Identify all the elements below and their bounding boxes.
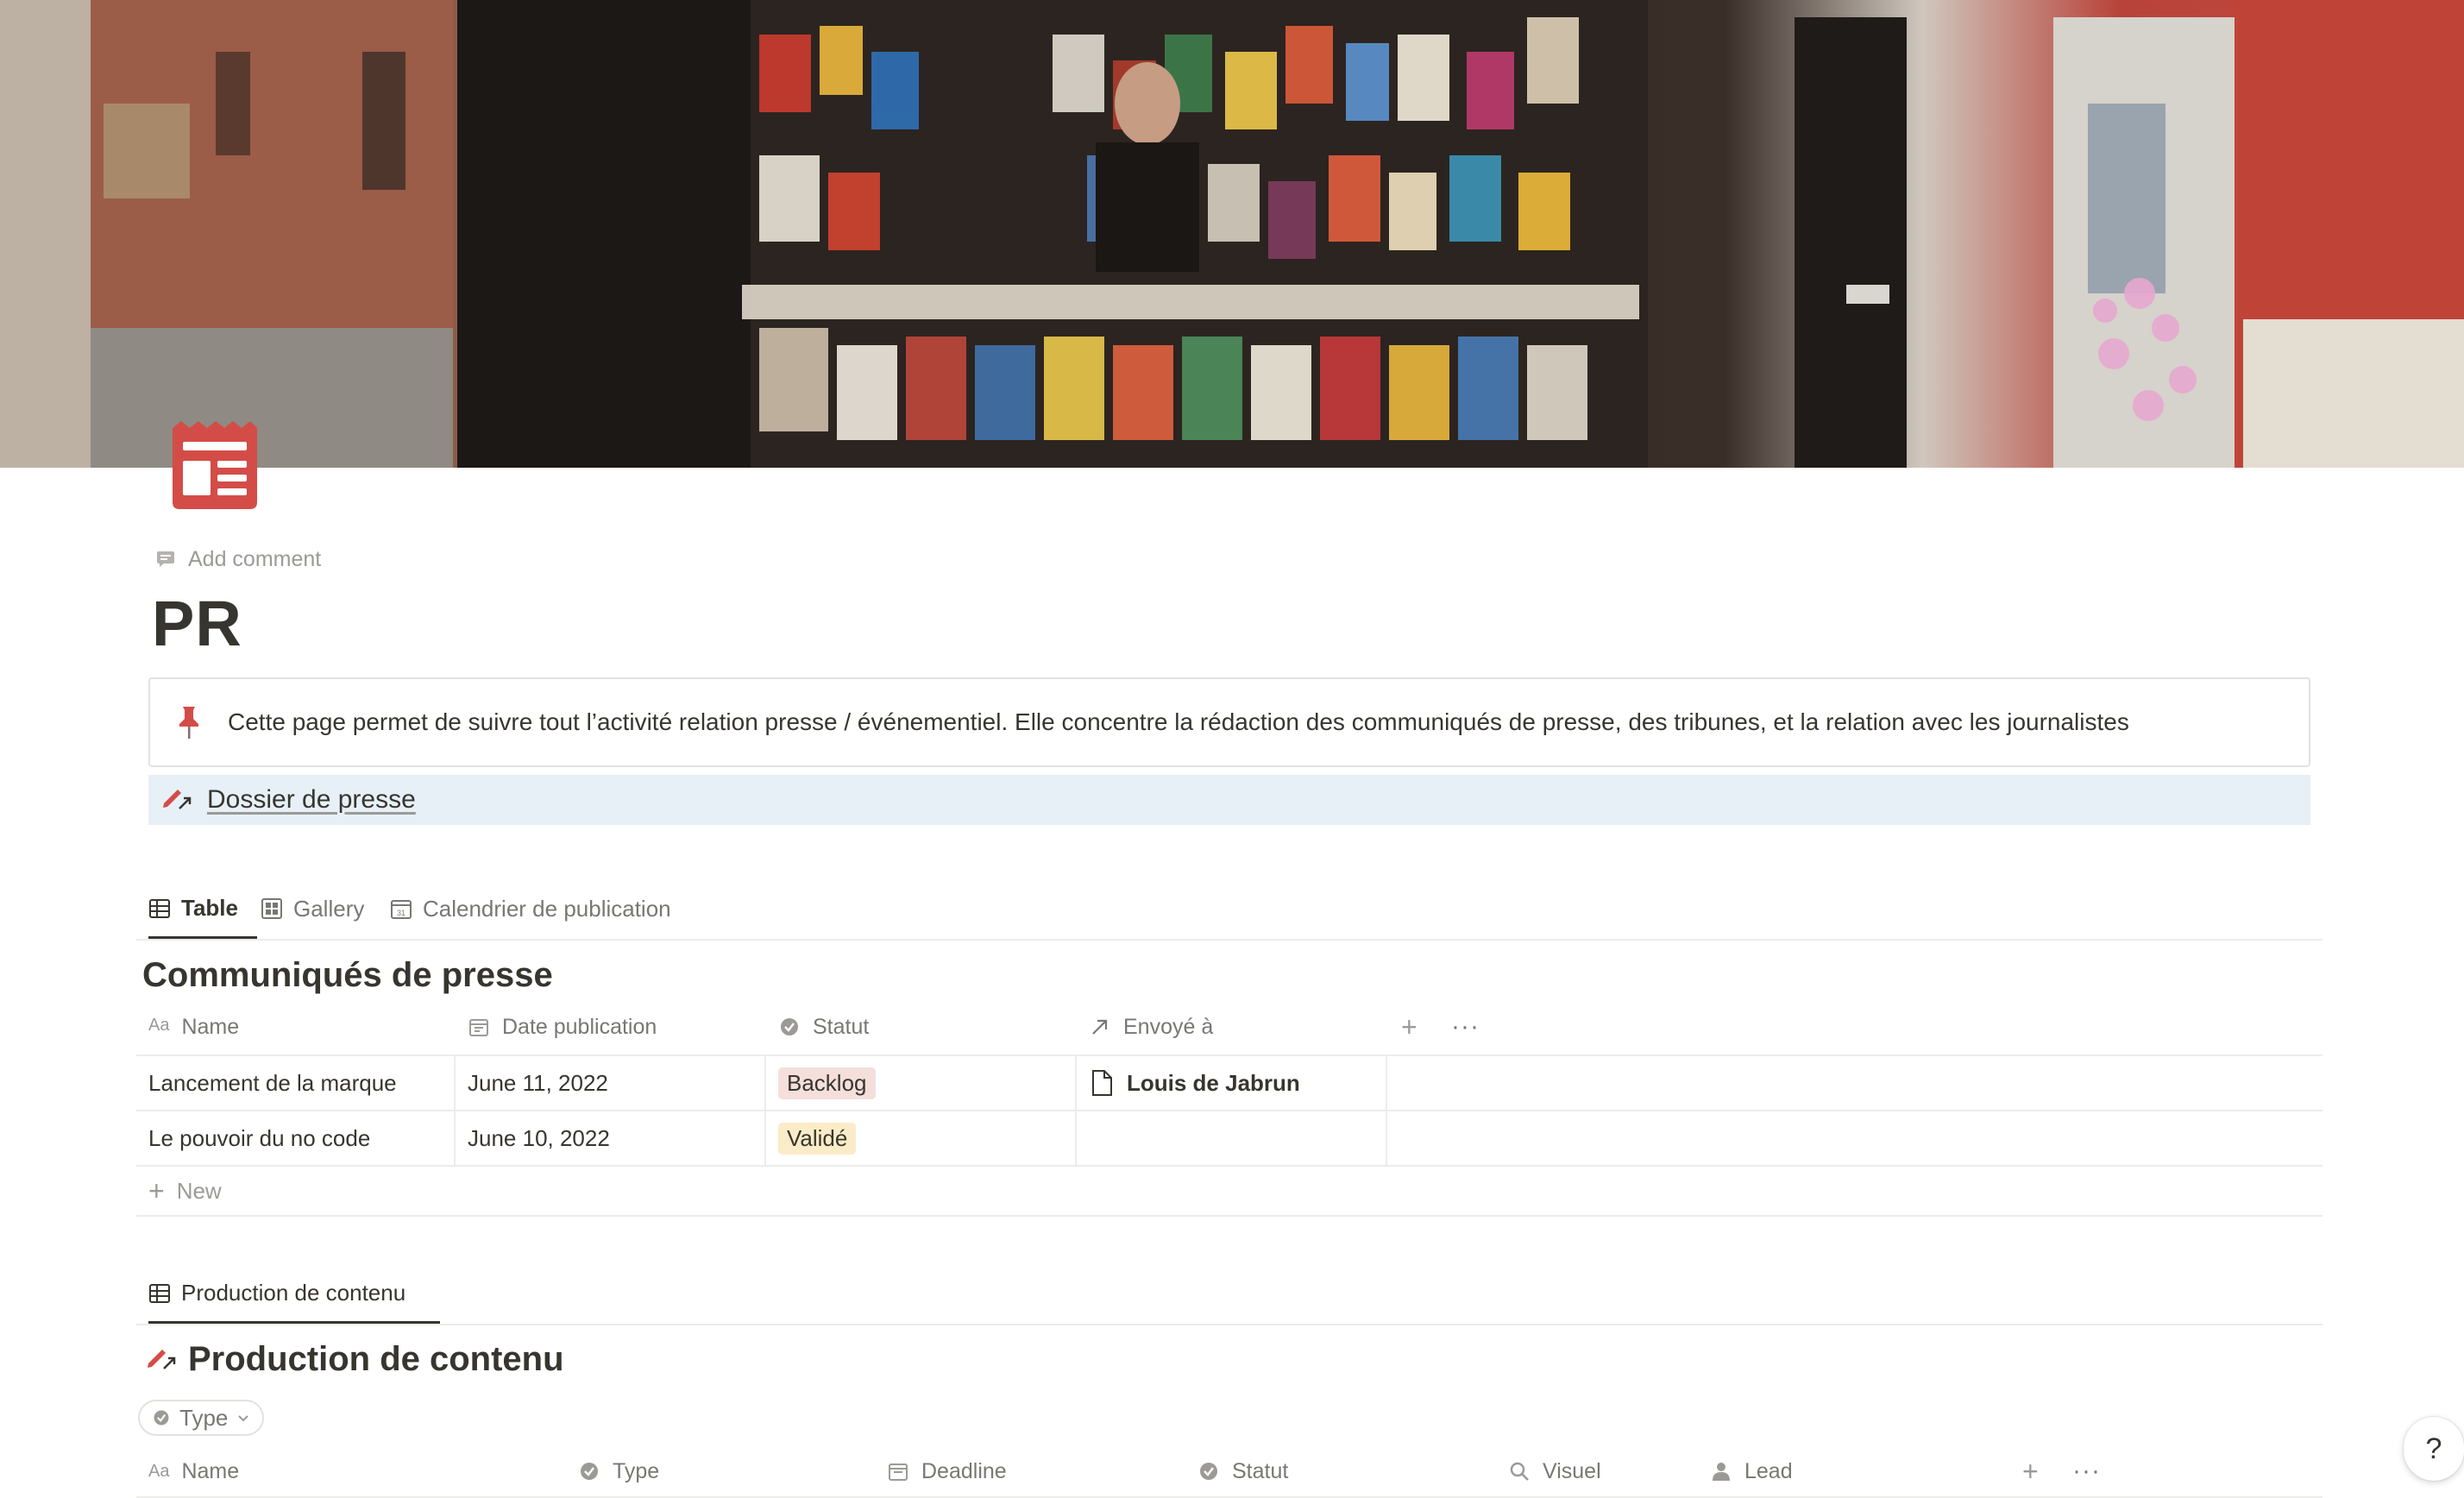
column-type[interactable]: Type <box>578 1446 659 1496</box>
database-title: Production de contenu <box>188 1340 564 1378</box>
database-title-row[interactable]: Production de contenu <box>145 1340 564 1379</box>
column-label: Statut <box>813 1014 870 1039</box>
plus-icon: + <box>2022 1456 2039 1487</box>
calendar-icon: 31 <box>391 900 412 919</box>
column-label: Type <box>613 1458 660 1483</box>
status-icon <box>154 1410 169 1426</box>
database-title[interactable]: Communiqués de presse <box>142 956 553 995</box>
calendar-icon <box>889 1463 908 1481</box>
cell-envoye[interactable] <box>1077 1111 1387 1165</box>
cell-statut[interactable]: Backlog <box>766 1056 1077 1110</box>
column-label: Lead <box>1744 1458 1793 1483</box>
add-comment-label: Add comment <box>188 546 322 571</box>
type-filter-button[interactable]: Type <box>138 1400 265 1436</box>
column-statut[interactable]: Statut <box>1197 1446 1288 1496</box>
column-label: Statut <box>1232 1458 1289 1483</box>
status-icon <box>1200 1463 1217 1480</box>
table-row[interactable]: Le pouvoir du no code June 10, 2022 Vali… <box>136 1111 2323 1167</box>
table-icon <box>149 1283 170 1303</box>
text-type-icon: Aa <box>148 1461 170 1481</box>
text-type-icon: Aa <box>148 1016 170 1035</box>
add-column-button[interactable]: + <box>2022 1446 2039 1496</box>
add-column-button[interactable]: + <box>1401 999 1417 1054</box>
relation-arrow-icon <box>1092 1019 1108 1035</box>
page-title[interactable]: PR <box>152 587 242 660</box>
gallery-icon <box>261 898 282 919</box>
column-lead[interactable]: Lead <box>1710 1446 1793 1496</box>
filter-label: Type <box>179 1404 229 1431</box>
tab-production-de-contenu[interactable]: Production de contenu <box>148 1265 440 1324</box>
svg-text:31: 31 <box>397 909 405 917</box>
column-envoye[interactable]: Envoyé à <box>1089 999 1213 1054</box>
table-icon <box>149 898 170 918</box>
status-icon <box>581 1463 598 1480</box>
search-icon <box>1510 1462 1529 1481</box>
table-header: Aa Name Type Deadline Statut Visuel Lead… <box>136 1446 2323 1498</box>
add-comment-button[interactable]: Add comment <box>155 544 321 575</box>
column-label: Name <box>181 1014 240 1039</box>
page-icon <box>1092 1070 1112 1096</box>
pencil-link-icon <box>148 1349 176 1369</box>
status-icon <box>781 1018 798 1035</box>
tab-label: Table <box>181 895 238 921</box>
more-options-button[interactable]: ··· <box>2072 1446 2101 1496</box>
tab-calendrier[interactable]: 31 Calendrier de publication <box>390 880 671 937</box>
calendar-icon <box>469 1019 488 1036</box>
new-label: New <box>176 1177 222 1204</box>
tab-table[interactable]: Table <box>148 880 257 939</box>
column-label: Name <box>181 1458 240 1483</box>
column-name[interactable]: Aa Name <box>148 1446 239 1496</box>
more-icon: ··· <box>2072 1457 2101 1485</box>
cover-image <box>0 0 2464 468</box>
table-row[interactable]: Lancement de la marque June 11, 2022 Bac… <box>136 1056 2323 1111</box>
cell-date[interactable]: June 11, 2022 <box>456 1056 766 1110</box>
view-tabs: Table Gallery 31 Calendrier de publicati… <box>136 880 2323 941</box>
tab-label: Production de contenu <box>181 1280 406 1306</box>
view-tabs: Production de contenu <box>136 1265 2323 1325</box>
column-label: Date publication <box>502 1014 657 1039</box>
dossier-de-presse-link[interactable]: Dossier de presse <box>148 775 2310 825</box>
column-label: Envoyé à <box>1123 1014 1214 1039</box>
plus-icon: + <box>1401 1011 1417 1042</box>
person-icon <box>1713 1463 1730 1481</box>
tab-label: Gallery <box>293 895 365 922</box>
more-options-button[interactable]: ··· <box>1451 999 1480 1054</box>
column-date[interactable]: Date publication <box>468 999 657 1054</box>
plus-icon: + <box>148 1175 165 1206</box>
cell-name[interactable]: Le pouvoir du no code <box>136 1111 456 1165</box>
column-statut[interactable]: Statut <box>778 999 869 1054</box>
status-badge: Backlog <box>778 1067 876 1099</box>
help-button[interactable]: ? <box>2404 1417 2464 1481</box>
more-icon: ··· <box>1451 1012 1480 1041</box>
callout-block[interactable]: Cette page permet de suivre tout l’activ… <box>148 677 2310 767</box>
tab-gallery[interactable]: Gallery <box>261 880 364 937</box>
column-deadline[interactable]: Deadline <box>887 1446 1007 1496</box>
pencil-link-icon <box>163 790 192 809</box>
status-badge: Validé <box>778 1122 857 1155</box>
cell-name[interactable]: Lancement de la marque <box>136 1056 456 1110</box>
cell-envoye[interactable]: Louis de Jabrun <box>1077 1056 1387 1110</box>
newspaper-icon[interactable] <box>167 416 262 511</box>
chevron-down-icon <box>238 1415 249 1422</box>
link-label: Dossier de presse <box>207 785 416 814</box>
tab-label: Calendrier de publication <box>423 895 671 922</box>
communiques-table: Aa Name Date publication Statut Envoyé à <box>136 999 2323 1217</box>
column-name[interactable]: Aa Name <box>148 999 239 1054</box>
cell-statut[interactable]: Validé <box>766 1111 1077 1165</box>
table-header: Aa Name Date publication Statut Envoyé à <box>136 999 2323 1056</box>
production-table: Aa Name Type Deadline Statut Visuel Lead… <box>136 1446 2323 1498</box>
relation-value: Louis de Jabrun <box>1127 1069 1300 1096</box>
callout-text: Cette page permet de suivre tout l’activ… <box>228 708 2129 735</box>
column-label: Visuel <box>1543 1458 1601 1483</box>
pushpin-icon <box>179 707 198 739</box>
cell-date[interactable]: June 10, 2022 <box>456 1111 766 1165</box>
new-row-button[interactable]: + New <box>136 1167 2323 1217</box>
column-label: Deadline <box>921 1458 1007 1483</box>
comment-icon <box>157 551 174 567</box>
column-visuel[interactable]: Visuel <box>1508 1446 1601 1496</box>
